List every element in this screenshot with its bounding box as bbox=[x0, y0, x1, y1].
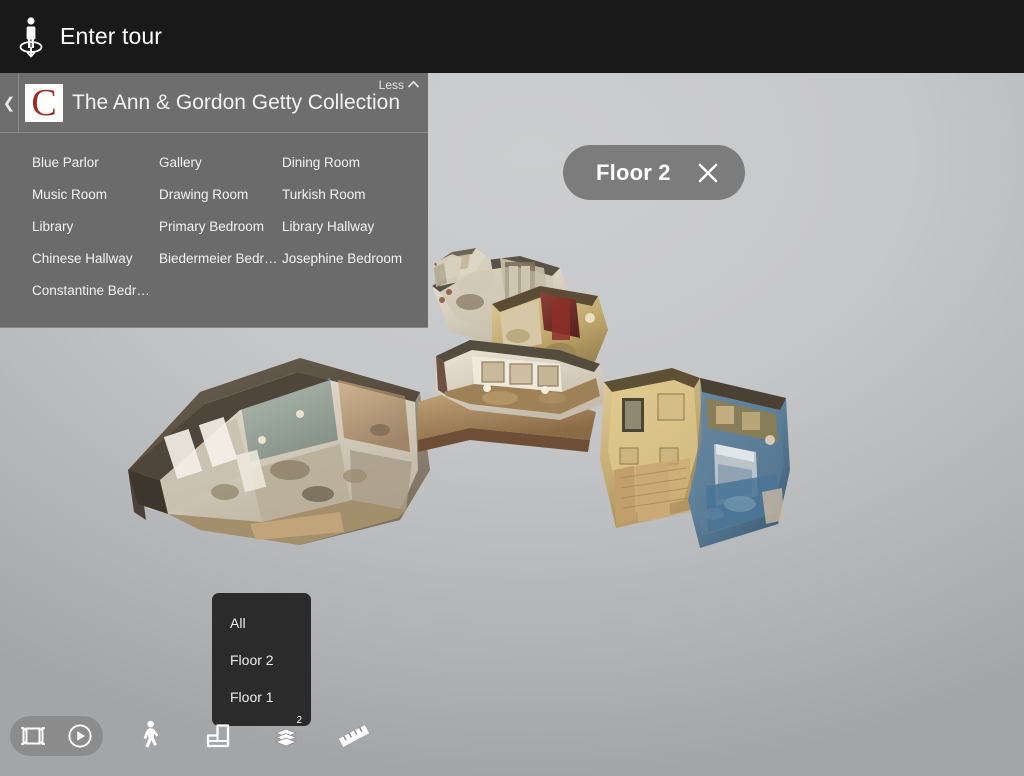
room-grid: Blue Parlor Gallery Dining Room Music Ro… bbox=[0, 147, 428, 307]
enter-tour-label[interactable]: Enter tour bbox=[60, 23, 162, 50]
room-item[interactable]: Gallery bbox=[159, 147, 282, 179]
less-label: Less bbox=[378, 78, 404, 92]
layers-icon[interactable]: 2 bbox=[263, 714, 309, 758]
panorama-icon[interactable] bbox=[10, 714, 56, 758]
room-item[interactable]: Library Hallway bbox=[282, 211, 432, 243]
room-item[interactable]: Blue Parlor bbox=[32, 147, 159, 179]
floorplan-icon[interactable] bbox=[195, 714, 241, 758]
chevron-left-icon[interactable]: ❮ bbox=[0, 72, 19, 133]
view-mode-pill bbox=[10, 716, 103, 756]
chevron-up-icon bbox=[408, 80, 419, 91]
room-item[interactable]: Drawing Room bbox=[159, 179, 282, 211]
page-title: The Ann & Gordon Getty Collection bbox=[72, 90, 401, 114]
matterport-viewer: Enter tour ❮ C The Ann & Gordon Getty Co… bbox=[0, 0, 1024, 776]
room-item[interactable]: Library bbox=[32, 211, 159, 243]
play-circle-icon[interactable] bbox=[57, 714, 103, 758]
logo-letter: C bbox=[31, 81, 57, 124]
room-item[interactable]: Biedermeier Bedro... bbox=[159, 243, 282, 275]
ruler-icon[interactable] bbox=[331, 714, 377, 758]
person-orbit-icon[interactable] bbox=[12, 14, 50, 60]
floor-menu-item-floor-1[interactable]: Floor 1 bbox=[212, 679, 311, 716]
collection-logo: C bbox=[25, 81, 63, 124]
walking-person-icon[interactable] bbox=[127, 714, 173, 758]
floor-badge-label: Floor 2 bbox=[596, 159, 671, 185]
floor-menu-item-floor-2[interactable]: Floor 2 bbox=[212, 642, 311, 679]
room-item[interactable]: Chinese Hallway bbox=[32, 243, 159, 275]
floor-selector-menu: All Floor 2 Floor 1 bbox=[212, 593, 311, 726]
floor-menu-item-all[interactable]: All bbox=[212, 605, 311, 642]
less-toggle[interactable]: Less bbox=[379, 78, 419, 92]
room-item[interactable]: Turkish Room bbox=[282, 179, 432, 211]
room-item[interactable]: Primary Bedroom bbox=[159, 211, 282, 243]
panel-header: ❮ C The Ann & Gordon Getty Collection Le… bbox=[0, 72, 428, 133]
top-bar: Enter tour bbox=[0, 0, 1024, 73]
close-icon[interactable] bbox=[697, 162, 719, 184]
room-list-panel: Blue Parlor Gallery Dining Room Music Ro… bbox=[0, 133, 428, 328]
bottom-toolbar: 2 bbox=[10, 714, 377, 758]
room-item[interactable]: Dining Room bbox=[282, 147, 432, 179]
layers-count-badge: 2 bbox=[296, 715, 302, 726]
room-item[interactable]: Constantine Bedro... bbox=[32, 275, 159, 307]
room-item[interactable]: Josephine Bedroom bbox=[282, 243, 432, 275]
collection-panel: ❮ C The Ann & Gordon Getty Collection Le… bbox=[0, 72, 428, 328]
status-badge: Floor 2 bbox=[563, 145, 745, 200]
room-item[interactable]: Music Room bbox=[32, 179, 159, 211]
